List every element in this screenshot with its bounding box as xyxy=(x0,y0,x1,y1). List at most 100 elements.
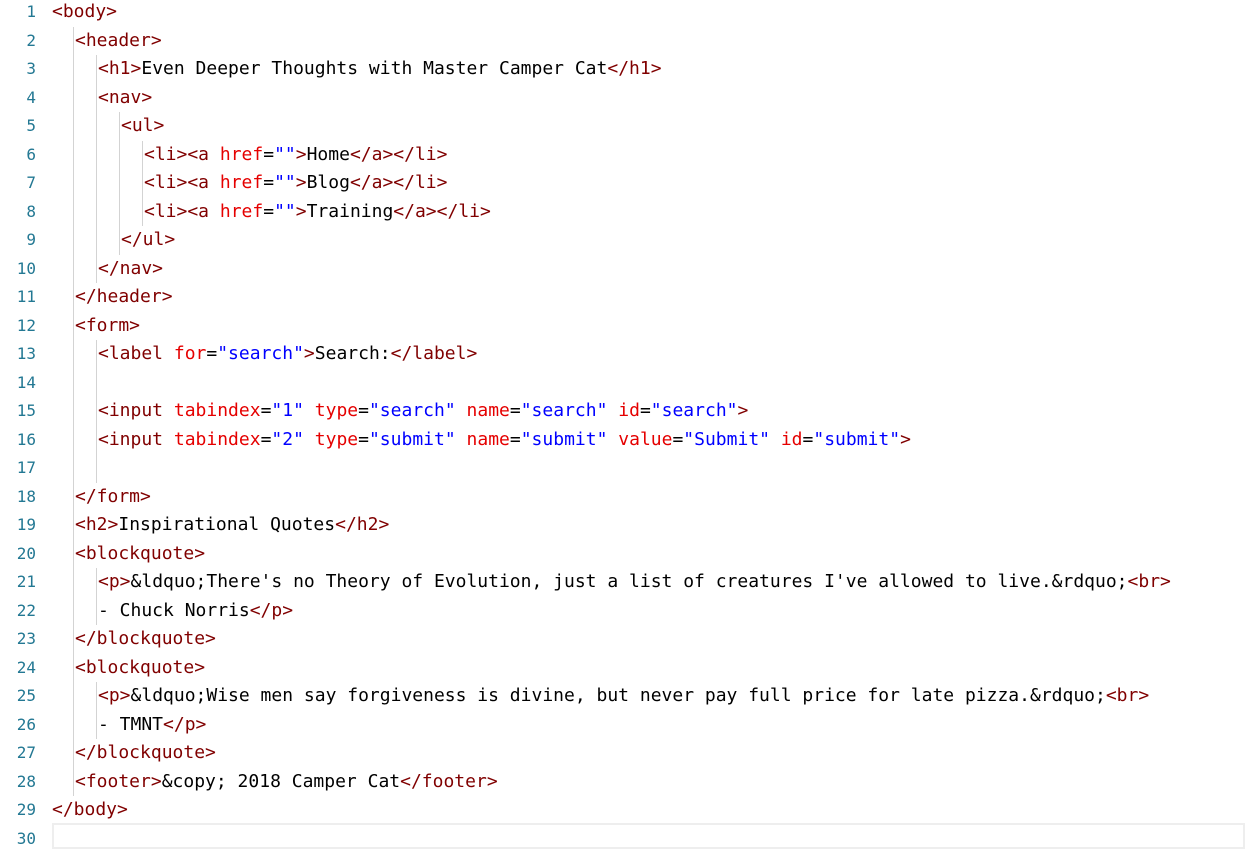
code-line[interactable]: 9 </ul> xyxy=(0,226,1245,255)
code-line[interactable]: 19 <h2>Inspirational Quotes</h2> xyxy=(0,511,1245,540)
line-content: <blockquote> xyxy=(75,654,205,683)
line-content: <h2>Inspirational Quotes</h2> xyxy=(75,511,389,540)
code-line[interactable]: 30 xyxy=(0,825,1245,854)
line-number: 8 xyxy=(26,201,36,221)
code-line[interactable]: 13 <label for="search">Search:</label> xyxy=(0,340,1245,369)
code-line[interactable]: 3 <h1>Even Deeper Thoughts with Master Ca… xyxy=(0,55,1245,84)
tag-token: </blockquote> xyxy=(75,742,216,763)
code-line[interactable]: 2 <header> xyxy=(0,27,1245,56)
line-number: 2 xyxy=(26,30,36,50)
code-line[interactable]: 5 <ul> xyxy=(0,112,1245,141)
text-token: Home xyxy=(306,143,350,165)
code-line[interactable]: 1 <body> xyxy=(0,0,1245,27)
tag-token: <blockquote> xyxy=(75,542,206,564)
text-token: = xyxy=(509,400,521,421)
tag-token: <label xyxy=(98,343,174,364)
tag-token: > xyxy=(303,343,315,364)
tag-token: </nav> xyxy=(98,257,164,279)
code-line[interactable]: 8 <li><a href="">Training</a></li> xyxy=(0,198,1245,227)
value-token: "search" xyxy=(650,400,738,421)
attribute-token: name xyxy=(466,428,510,450)
value-token: "submit" xyxy=(813,428,901,450)
code-line[interactable]: 27 </blockquote> xyxy=(0,739,1245,768)
code-line[interactable]: 16 <input tabindex="2" type="submit" name… xyxy=(0,426,1245,455)
text-token: = xyxy=(509,428,521,450)
line-content: <li><a href="">Training</a></li> xyxy=(144,198,491,227)
tag-token: <p> xyxy=(98,571,131,592)
text-token: Search: xyxy=(314,343,391,364)
line-number: 17 xyxy=(16,458,36,477)
code-editor[interactable]: 1 <body> 2 <header> 3 <h1>Even Deeper Thought… xyxy=(0,0,1245,859)
line-number: 18 xyxy=(16,486,36,506)
line-content: <p>&ldquo;Wise men say forgiveness is di… xyxy=(98,682,1149,711)
value-token: "search" xyxy=(217,343,304,364)
value-token: "1" xyxy=(271,400,304,421)
code-line[interactable]: 15 <input tabindex="1" type="search" name… xyxy=(0,397,1245,426)
code-line[interactable]: 21 <p>&ldquo;There's no Theory of Evoluti… xyxy=(0,568,1245,597)
code-line[interactable]: 26 - TMNT</p> xyxy=(0,711,1245,740)
line-content: <li><a href="">Home</a></li> xyxy=(144,141,448,170)
line-number: 11 xyxy=(16,287,36,306)
code-line[interactable]: 28 <footer>&copy; 2018 Camper Cat</footer… xyxy=(0,768,1245,797)
text-token: &ldquo;There's no Theory of Evolution, j… xyxy=(130,571,1128,592)
line-content: </ul> xyxy=(121,226,175,255)
value-token: "" xyxy=(274,172,296,193)
text-token: Even Deeper Thoughts with Master Camper … xyxy=(141,58,608,79)
code-line[interactable]: 7 <li><a href="">Blog</a></li> xyxy=(0,169,1245,198)
code-line[interactable]: 17 xyxy=(0,454,1245,483)
text-token: = xyxy=(672,428,684,450)
code-line[interactable]: 20 <blockquote> xyxy=(0,540,1245,569)
code-line[interactable]: 10 </nav> xyxy=(0,255,1245,284)
line-content: </form> xyxy=(75,483,151,512)
attribute-token: value xyxy=(618,428,673,450)
line-content: <form> xyxy=(75,312,140,341)
code-line[interactable]: 14 xyxy=(0,369,1245,398)
tag-token: <li><a xyxy=(144,172,220,193)
code-line[interactable]: 6 <li><a href="">Home</a></li> xyxy=(0,141,1245,170)
line-number: 4 xyxy=(26,87,36,107)
attribute-token: href xyxy=(219,143,264,165)
code-line[interactable]: 23 </blockquote> xyxy=(0,625,1245,654)
tag-token: <blockquote> xyxy=(75,656,206,678)
code-line[interactable]: 11 </header> xyxy=(0,283,1245,312)
line-number: 16 xyxy=(16,429,36,449)
value-token: "search" xyxy=(368,400,456,421)
code-line[interactable]: 18 </form> xyxy=(0,483,1245,512)
tag-token: </p> xyxy=(163,713,207,735)
line-content: <blockquote> xyxy=(75,540,205,569)
code-line[interactable]: 29 </body> xyxy=(0,796,1245,825)
text-token: = xyxy=(802,428,814,450)
value-token: "" xyxy=(274,143,296,165)
line-content: <nav> xyxy=(98,84,152,113)
text-token: Training xyxy=(306,200,394,222)
code-line[interactable]: 22 - Chuck Norris</p> xyxy=(0,597,1245,626)
line-number: 3 xyxy=(26,59,36,78)
code-line[interactable]: 24 <blockquote> xyxy=(0,654,1245,683)
line-content: </header> xyxy=(75,283,173,312)
line-content: <header> xyxy=(75,27,162,56)
attribute-token: tabindex xyxy=(173,400,261,421)
line-content: <input tabindex="1" type="search" name="… xyxy=(98,397,748,426)
tag-token: <li><a xyxy=(144,200,220,222)
code-line[interactable]: 12 <form> xyxy=(0,312,1245,341)
tag-token: <input xyxy=(98,400,174,421)
tag-token: > xyxy=(295,200,307,222)
text-token: &copy; 2018 Camper Cat xyxy=(161,770,401,792)
code-line[interactable]: 25 <p>&ldquo;Wise men say forgiveness is … xyxy=(0,682,1245,711)
line-number: 6 xyxy=(26,144,36,164)
code-line[interactable]: 4 <nav> xyxy=(0,84,1245,113)
text-token: - Chuck Norris xyxy=(98,599,250,621)
line-content: </blockquote> xyxy=(75,625,216,654)
line-content: <body> xyxy=(52,0,117,27)
line-number: 29 xyxy=(16,800,36,819)
attribute-token: id xyxy=(780,428,803,450)
tag-token: </a></li> xyxy=(393,200,491,222)
line-number: 27 xyxy=(16,743,36,762)
tag-token: </p> xyxy=(249,599,294,621)
attribute-token: id xyxy=(618,400,640,421)
line-number: 13 xyxy=(16,344,36,363)
